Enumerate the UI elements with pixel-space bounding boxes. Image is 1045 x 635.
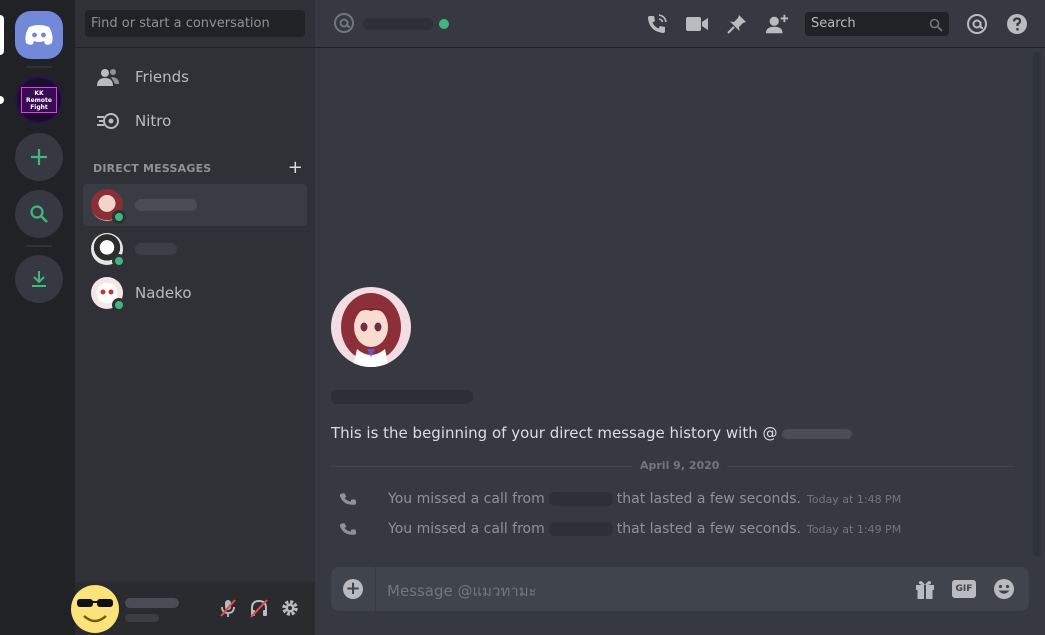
search-conversation-input[interactable]: Find or start a conversation — [85, 10, 305, 37]
pin-icon — [727, 15, 746, 34]
search-icon — [30, 205, 48, 223]
avatar — [91, 189, 126, 224]
emoji-button[interactable] — [992, 577, 1016, 601]
channel-header: Search — [315, 0, 1045, 48]
dm-history-intro: This is the beginning of your direct mes… — [331, 424, 853, 442]
dm-item[interactable]: Nadeko — [83, 272, 307, 314]
composer-divider — [375, 567, 376, 611]
nav-friends-label: Friends — [135, 68, 189, 86]
gear-icon — [282, 600, 298, 616]
mute-button[interactable] — [217, 597, 239, 619]
discord-logo-icon — [25, 25, 53, 45]
add-user-icon — [765, 14, 789, 34]
online-status-dot — [112, 210, 126, 224]
deafen-button[interactable] — [248, 597, 270, 619]
message-composer: + Message @แมวทามะ GIF — [331, 567, 1029, 611]
headphones-muted-icon — [250, 599, 268, 618]
nav-nitro[interactable]: Nitro — [83, 100, 307, 142]
create-dm-button[interactable]: + — [288, 159, 303, 177]
start-voice-call-button[interactable] — [645, 12, 669, 36]
rail-separator — [26, 245, 52, 247]
explore-servers-button[interactable] — [15, 190, 63, 238]
recipient-avatar — [331, 287, 411, 367]
server-icon-badge: KK Remote Fight — [21, 87, 57, 113]
download-apps-button[interactable] — [15, 255, 63, 303]
video-camera-icon — [686, 17, 708, 31]
gif-label: GIF — [952, 580, 976, 598]
missed-call-suffix: that lasted a few seconds. — [616, 491, 801, 507]
missed-call-prefix: You missed a call from — [388, 521, 545, 537]
dm-history-intro-text: This is the beginning of your direct mes… — [331, 424, 778, 442]
at-icon — [333, 12, 355, 38]
online-status-dot — [112, 298, 126, 312]
dm-item[interactable] — [83, 228, 307, 270]
download-icon — [32, 271, 46, 287]
rail-separator — [26, 66, 52, 68]
redacted-tag — [125, 614, 159, 622]
unread-indicator — [0, 96, 4, 104]
phone-icon — [340, 493, 357, 505]
dm-item[interactable] — [83, 184, 307, 226]
missed-call-suffix: that lasted a few seconds. — [616, 521, 801, 537]
pinned-messages-button[interactable] — [725, 12, 749, 36]
dm-name: Nadeko — [135, 284, 192, 302]
date-divider: April 9, 2020 — [632, 459, 728, 472]
message-input[interactable]: Message @แมวทามะ — [387, 579, 537, 603]
phone-icon — [340, 523, 357, 535]
redacted-name — [548, 522, 613, 536]
mic-muted-icon — [220, 599, 236, 617]
message-timestamp: Today at 1:49 PM — [807, 522, 902, 536]
search-placeholder: Search — [811, 16, 856, 31]
direct-messages-header: DIRECT MESSAGES + — [93, 159, 303, 177]
nav-nitro-label: Nitro — [135, 112, 172, 130]
redacted-name — [135, 199, 197, 211]
redacted-name — [125, 598, 179, 608]
recipient-name-heading — [331, 386, 473, 405]
redacted-name — [363, 18, 433, 30]
user-panel — [71, 582, 315, 635]
message-scrollbar[interactable] — [1033, 52, 1041, 557]
missed-call-message: You missed a call from that lasted a few… — [340, 518, 901, 540]
redacted-name — [135, 243, 177, 255]
search-input[interactable]: Search — [805, 12, 949, 36]
phone-call-icon — [648, 14, 667, 33]
plus-icon — [31, 149, 47, 165]
user-settings-button[interactable] — [279, 597, 301, 619]
start-video-call-button[interactable] — [685, 12, 709, 36]
missed-call-message: You missed a call from that lasted a few… — [340, 488, 901, 510]
nav-friends[interactable]: Friends — [83, 56, 307, 98]
nitro-icon — [95, 109, 121, 133]
sidebar-divider — [75, 47, 315, 48]
redacted-name — [548, 492, 613, 506]
missed-call-prefix: You missed a call from — [388, 491, 545, 507]
add-server-button[interactable] — [15, 133, 63, 181]
avatar — [91, 233, 126, 268]
upload-button[interactable]: + — [343, 579, 363, 599]
at-sign-icon — [967, 14, 987, 34]
selected-indicator — [0, 15, 4, 55]
direct-messages-title: DIRECT MESSAGES — [93, 162, 212, 175]
add-friends-to-dm-button[interactable] — [765, 12, 789, 36]
message-timestamp: Today at 1:48 PM — [807, 492, 902, 506]
avatar — [91, 277, 126, 312]
help-icon — [1007, 14, 1027, 34]
server-rail: KK Remote Fight — [0, 0, 75, 635]
gift-button[interactable] — [913, 577, 937, 601]
server-kk-remote-fight[interactable]: KK Remote Fight — [15, 76, 63, 124]
gif-button[interactable]: GIF — [952, 577, 976, 601]
online-status-dot — [439, 19, 449, 29]
friends-icon — [95, 65, 121, 89]
mentions-button[interactable] — [965, 12, 989, 36]
dm-sidebar: Find or start a conversation Friends Nit… — [71, 0, 315, 635]
online-status-dot — [112, 254, 126, 268]
gift-icon — [916, 581, 934, 599]
search-icon — [929, 17, 943, 41]
redacted-name — [331, 389, 473, 404]
emoji-icon — [994, 579, 1014, 599]
home-button[interactable] — [15, 11, 63, 59]
avatar[interactable] — [71, 585, 119, 633]
redacted-name — [782, 428, 853, 439]
help-button[interactable] — [1005, 12, 1029, 36]
